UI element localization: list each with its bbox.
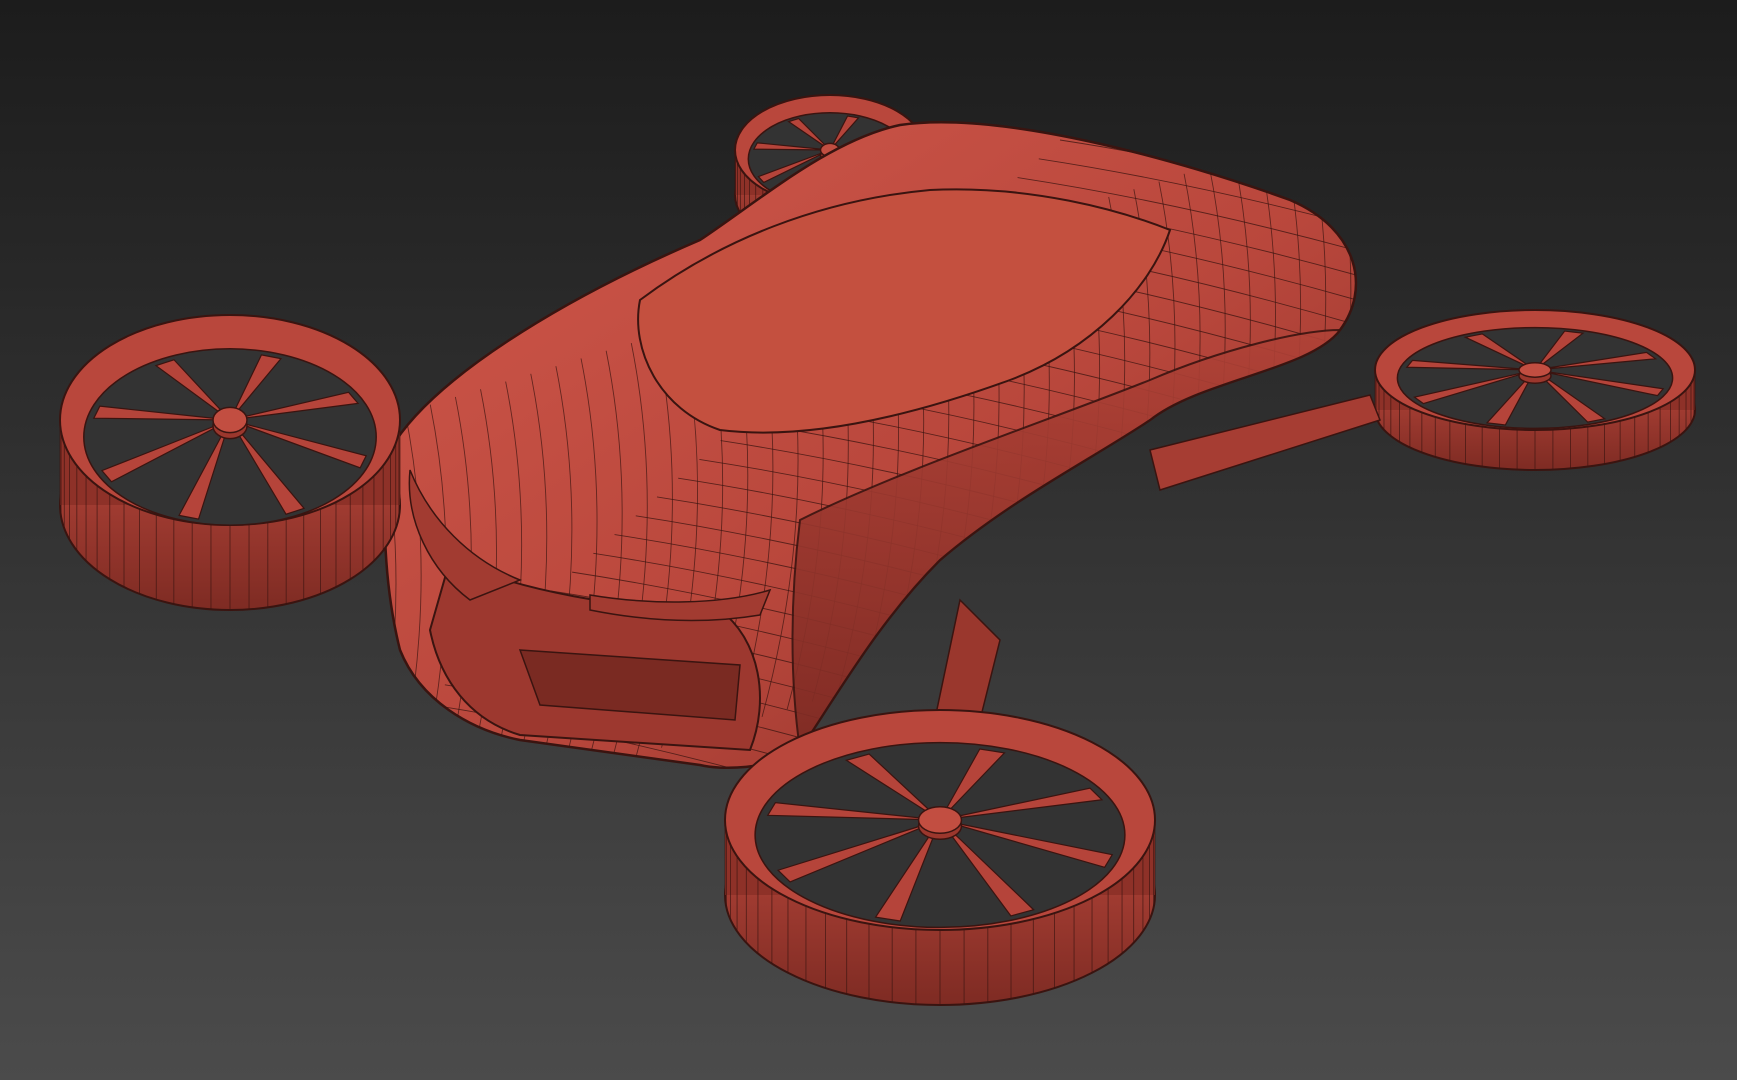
rotor-rear-right[interactable] <box>1374 309 1696 471</box>
rotor-front-right[interactable] <box>724 709 1156 1006</box>
rotor-hub-cap <box>917 806 963 834</box>
rotor-front-left[interactable] <box>59 314 401 611</box>
rotor-hub-cap <box>1518 362 1552 378</box>
rotor-hub-cap <box>212 406 248 434</box>
3d-viewport[interactable] <box>0 0 1737 1080</box>
viewport-scene[interactable] <box>0 0 1737 1080</box>
